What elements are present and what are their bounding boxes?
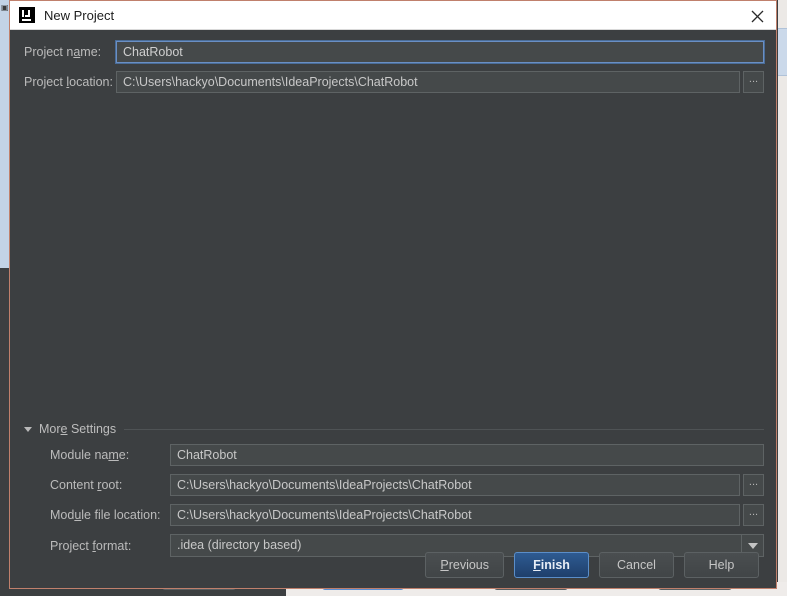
project-format-label: Project format: [50, 539, 132, 553]
dialog-title: New Project [44, 7, 115, 23]
dialog-body: Project name: ChatRobot Project location… [10, 30, 776, 588]
module-file-location-label: Module file location: [50, 508, 161, 522]
project-format-value: .idea (directory based) [177, 538, 302, 552]
project-location-browse-button[interactable]: ... [743, 71, 764, 93]
project-location-input[interactable]: C:\Users\hackyo\Documents\IdeaProjects\C… [116, 71, 740, 93]
help-button[interactable]: Help [684, 552, 759, 578]
project-location-row: Project location: [24, 71, 120, 93]
finish-button[interactable]: Finish [514, 552, 589, 578]
background-right-panel [778, 28, 787, 76]
project-name-label: Project name: [24, 45, 102, 59]
background-ide-right [778, 0, 787, 596]
module-name-input[interactable]: ChatRobot [170, 444, 764, 466]
cancel-button[interactable]: Cancel [599, 552, 674, 578]
more-settings-header[interactable]: More Settings [24, 420, 764, 438]
content-root-input[interactable]: C:\Users\hackyo\Documents\IdeaProjects\C… [170, 474, 740, 496]
background-tool-icon: ▣ [1, 3, 9, 12]
project-name-row: Project name: [24, 41, 120, 63]
more-settings-label: More Settings [39, 422, 117, 436]
module-file-location-browse-button[interactable]: ... [743, 504, 764, 526]
screen: ▣ B New Project [0, 0, 787, 596]
more-settings-divider [124, 428, 764, 430]
project-location-label: Project location: [24, 75, 113, 89]
module-name-label: Module name: [50, 448, 130, 462]
previous-button[interactable]: Previous [425, 552, 504, 578]
chevron-down-icon [24, 426, 32, 432]
content-root-browse-button[interactable]: ... [743, 474, 764, 496]
intellij-idea-icon [19, 7, 35, 23]
content-root-label: Content root: [50, 478, 123, 492]
close-icon[interactable] [746, 5, 768, 27]
dialog-titlebar[interactable]: New Project [10, 1, 776, 30]
module-file-location-input[interactable]: C:\Users\hackyo\Documents\IdeaProjects\C… [170, 504, 740, 526]
new-project-dialog: New Project Project name: ChatRobot Proj… [9, 0, 777, 589]
project-name-input[interactable]: ChatRobot [116, 41, 764, 63]
dialog-footer: Previous Finish Cancel Help [10, 552, 776, 578]
